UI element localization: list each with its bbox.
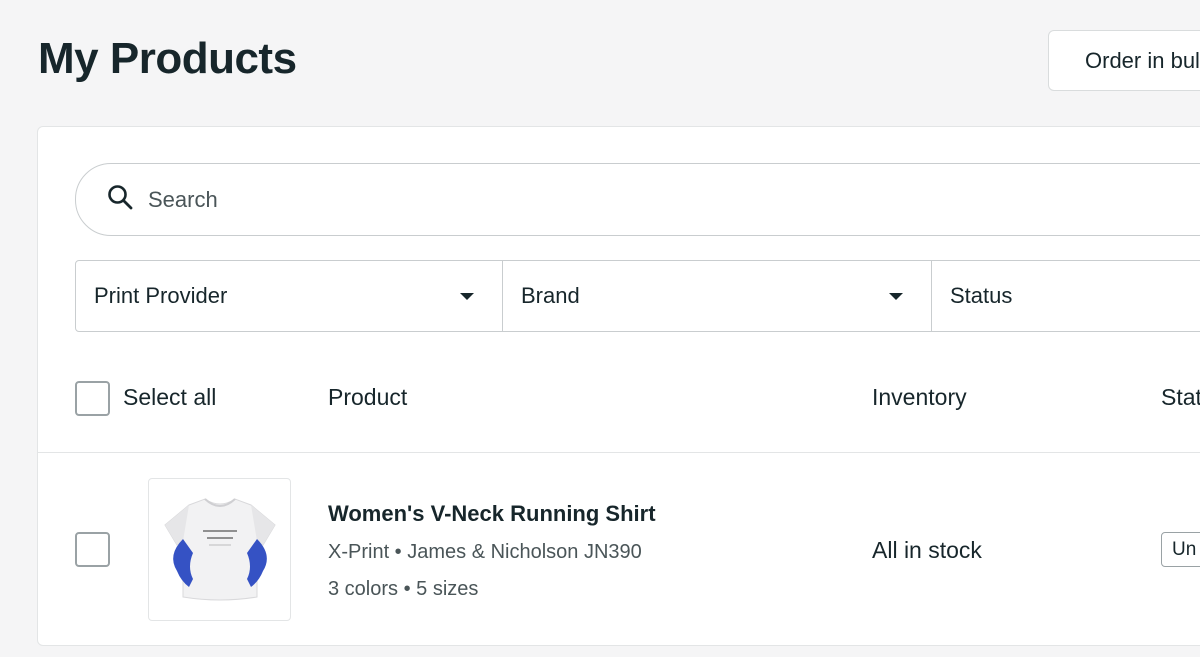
table-header: Select all Product Inventory Status: [38, 347, 1200, 453]
filter-label: Print Provider: [94, 283, 228, 308]
filter-label: Status: [950, 283, 1013, 308]
order-in-bulk-label: Order in bulk: [1085, 47, 1200, 73]
product-thumbnail[interactable]: [148, 478, 291, 621]
product-variants: 3 colors • 5 sizes: [328, 578, 479, 600]
chevron-down-icon: [460, 293, 474, 300]
product-provider-brand: X-Print • James & Nicholson JN390: [328, 541, 642, 563]
chevron-down-icon: [889, 293, 903, 300]
page-title: My Products: [38, 34, 297, 83]
row-checkbox[interactable]: [75, 532, 110, 567]
search-input[interactable]: [148, 186, 1048, 213]
filter-brand[interactable]: Brand: [503, 261, 932, 331]
select-all-label[interactable]: Select all: [123, 384, 216, 411]
column-header-product[interactable]: Product: [328, 384, 407, 411]
status-badge: Un: [1161, 532, 1200, 567]
products-panel: Print Provider Brand Status Select all P…: [37, 126, 1200, 646]
status-badge-label: Un: [1172, 538, 1197, 560]
filter-status[interactable]: Status: [932, 261, 1200, 331]
select-all-checkbox[interactable]: [75, 381, 110, 416]
filter-bar: Print Provider Brand Status: [75, 260, 1200, 332]
inventory-status: All in stock: [872, 537, 982, 563]
shirt-image: [163, 497, 276, 600]
order-in-bulk-button[interactable]: Order in bulk: [1048, 30, 1200, 91]
column-header-inventory[interactable]: Inventory: [872, 384, 967, 411]
search-icon: [106, 183, 134, 216]
column-header-status[interactable]: Status: [1161, 384, 1200, 411]
product-name-link[interactable]: Women's V-Neck Running Shirt: [328, 501, 656, 527]
filter-print-provider[interactable]: Print Provider: [76, 261, 503, 331]
search-bar[interactable]: [75, 163, 1200, 236]
filter-label: Brand: [521, 283, 580, 308]
